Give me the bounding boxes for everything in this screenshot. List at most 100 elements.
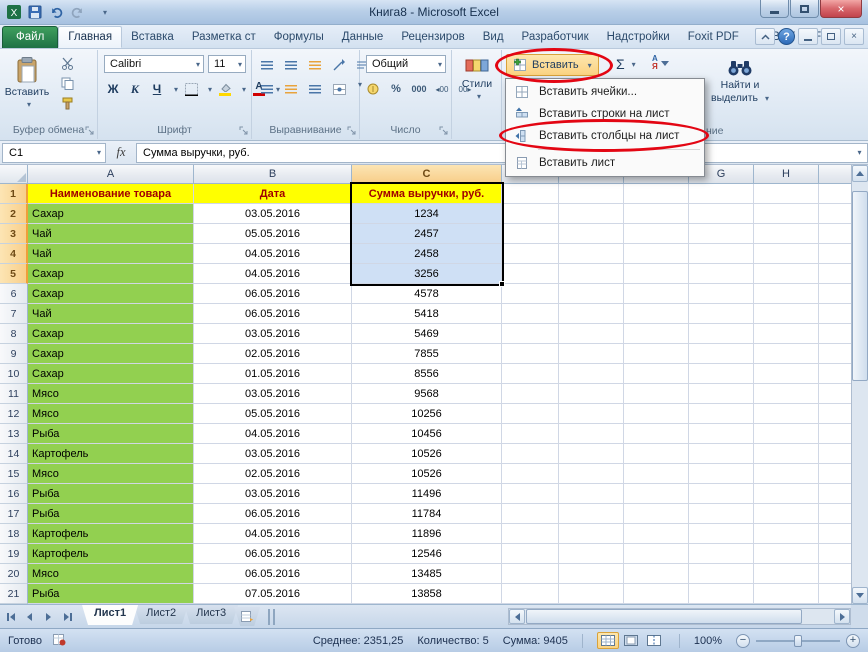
cell[interactable] (754, 284, 819, 304)
row-header[interactable]: 2 (0, 204, 28, 224)
percent-style-icon[interactable]: % (387, 80, 405, 98)
ribbon-tab[interactable]: Рецензиров (392, 27, 473, 48)
cell[interactable] (624, 424, 689, 444)
bold-button[interactable]: Ж (104, 80, 122, 98)
cell[interactable]: Мясо (28, 564, 194, 584)
ribbon-tab[interactable]: Вставка (122, 27, 183, 48)
cell[interactable] (754, 304, 819, 324)
cell[interactable] (689, 344, 754, 364)
cell[interactable]: 02.05.2016 (194, 464, 352, 484)
orientation-icon[interactable] (330, 56, 348, 74)
cell[interactable] (689, 444, 754, 464)
cell[interactable]: 9568 (352, 384, 502, 404)
cell[interactable] (624, 204, 689, 224)
menu-item[interactable]: Вставить лист (508, 152, 702, 174)
cell[interactable] (559, 364, 624, 384)
prev-sheet-icon[interactable] (21, 608, 38, 625)
row-header[interactable]: 20 (0, 564, 28, 584)
menu-item[interactable]: Вставить строки на лист (508, 103, 702, 125)
cell[interactable] (502, 564, 559, 584)
normal-view-icon[interactable] (596, 632, 619, 649)
cell[interactable] (754, 204, 819, 224)
cell[interactable] (754, 344, 819, 364)
cell[interactable] (559, 264, 624, 284)
align-bottom-icon[interactable] (306, 56, 324, 74)
autosum-button[interactable]: Σ ▾ (616, 56, 636, 72)
font-size-select[interactable]: 11 ▾ (208, 55, 246, 73)
cell[interactable] (502, 504, 559, 524)
cell[interactable] (502, 444, 559, 464)
cell[interactable]: 7855 (352, 344, 502, 364)
cell[interactable]: 11896 (352, 524, 502, 544)
cell[interactable]: 10456 (352, 424, 502, 444)
number-dialog-launcher-icon[interactable] (439, 126, 449, 136)
cell[interactable]: 06.05.2016 (194, 304, 352, 324)
row-header[interactable]: 7 (0, 304, 28, 324)
cell[interactable] (559, 304, 624, 324)
cell[interactable] (502, 404, 559, 424)
cell[interactable] (689, 284, 754, 304)
workbook-restore-icon[interactable] (821, 28, 841, 45)
vertical-scroll-thumb[interactable] (852, 191, 868, 381)
cell[interactable] (624, 304, 689, 324)
cell[interactable] (502, 304, 559, 324)
cell[interactable]: Чай (28, 304, 194, 324)
cell[interactable]: 06.05.2016 (194, 284, 352, 304)
cell[interactable] (689, 584, 754, 604)
save-icon[interactable] (26, 3, 44, 21)
column-header[interactable]: C (352, 165, 502, 184)
cell[interactable] (502, 464, 559, 484)
cell[interactable] (689, 524, 754, 544)
cell[interactable]: 05.05.2016 (194, 404, 352, 424)
horizontal-scrollbar[interactable] (508, 608, 851, 625)
row-header[interactable]: 11 (0, 384, 28, 404)
row-header[interactable]: 4 (0, 244, 28, 264)
cell[interactable]: 11496 (352, 484, 502, 504)
row-header[interactable]: 17 (0, 504, 28, 524)
redo-icon[interactable] (68, 3, 86, 21)
cell[interactable] (624, 184, 689, 204)
cell[interactable]: 02.05.2016 (194, 344, 352, 364)
cell[interactable]: 10526 (352, 464, 502, 484)
cell[interactable] (502, 264, 559, 284)
cell[interactable]: Сахар (28, 344, 194, 364)
number-format-select[interactable]: Общий ▾ (366, 55, 446, 73)
cell[interactable] (559, 284, 624, 304)
cell[interactable] (559, 544, 624, 564)
cell[interactable]: 06.05.2016 (194, 504, 352, 524)
cell[interactable] (689, 264, 754, 284)
cell[interactable] (559, 584, 624, 604)
align-left-icon[interactable] (258, 80, 276, 98)
cell[interactable] (754, 524, 819, 544)
fill-color-icon[interactable] (216, 80, 234, 98)
cell[interactable] (559, 344, 624, 364)
insert-function-icon[interactable]: fx (106, 145, 136, 160)
cell[interactable] (624, 584, 689, 604)
cell[interactable]: Сумма выручки, руб. (352, 184, 502, 204)
cell[interactable] (689, 184, 754, 204)
cell[interactable] (754, 404, 819, 424)
scroll-left-icon[interactable] (509, 609, 525, 624)
cell[interactable] (754, 544, 819, 564)
row-header[interactable]: 14 (0, 444, 28, 464)
column-header[interactable]: B (194, 165, 352, 184)
cell[interactable]: Сахар (28, 364, 194, 384)
cell[interactable] (754, 264, 819, 284)
zoom-out-icon[interactable]: − (736, 633, 750, 648)
cell[interactable]: Наименование товара (28, 184, 194, 204)
cell[interactable] (624, 564, 689, 584)
cell[interactable] (559, 424, 624, 444)
cell[interactable] (754, 364, 819, 384)
cell[interactable]: 1234 (352, 204, 502, 224)
zoom-track[interactable] (756, 634, 840, 647)
cell[interactable]: Картофель (28, 444, 194, 464)
align-right-icon[interactable] (306, 80, 324, 98)
last-sheet-icon[interactable] (59, 608, 76, 625)
cell[interactable]: 2457 (352, 224, 502, 244)
cell[interactable]: Картофель (28, 544, 194, 564)
cell[interactable] (559, 404, 624, 424)
cell[interactable] (624, 504, 689, 524)
cell[interactable] (754, 184, 819, 204)
cell[interactable] (559, 444, 624, 464)
align-center-icon[interactable] (282, 80, 300, 98)
